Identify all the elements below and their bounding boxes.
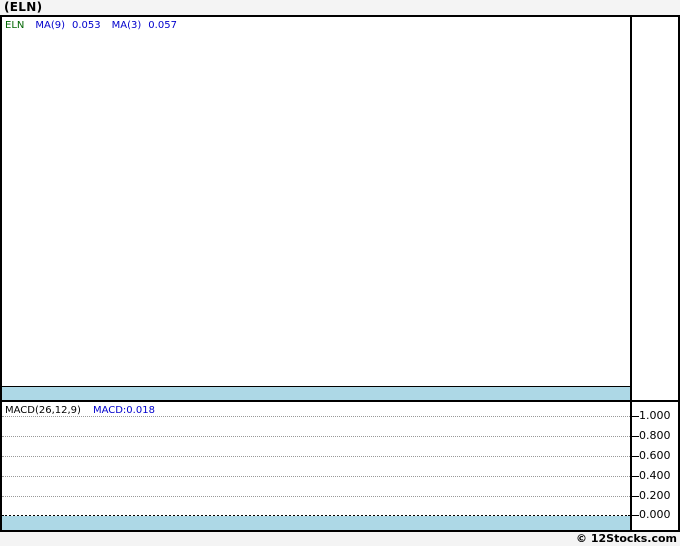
macd-axis-tick [631, 515, 639, 516]
macd-gridline [2, 496, 630, 497]
main-chart-legend: ELN MA(9) 0.053 MA(3) 0.057 [5, 19, 188, 32]
separator-band-lower [2, 516, 630, 530]
macd-indicator-label: MACD(26,12,9) [5, 405, 81, 416]
macd-gridline [2, 436, 630, 437]
macd-axis-tick [631, 476, 639, 477]
macd-axis-label: 0.800 [639, 429, 671, 442]
macd-panel-top-border [2, 400, 678, 402]
legend-ma9-value: 0.053 [72, 20, 101, 31]
macd-axis-tick [631, 436, 639, 437]
macd-axis-label: 0.400 [639, 469, 671, 482]
macd-axis-tick [631, 416, 639, 417]
macd-axis-tick [631, 456, 639, 457]
macd-axis-label: 0.000 [639, 508, 671, 521]
chart-container: ELN MA(9) 0.053 MA(3) 0.057 MACD(26,12,9) MAC… [0, 15, 680, 532]
legend-ma9-label: MA(9) [35, 20, 66, 31]
stock-chart-page: (ELN) ELN MA(9) 0.053 MA(3) 0.057 MACD(26,12… [0, 0, 680, 546]
macd-gridline [2, 476, 630, 477]
macd-indicator-value: MACD:0.018 [92, 405, 155, 416]
legend-ma3-label: MA(3) [111, 20, 142, 31]
macd-axis-label: 0.600 [639, 449, 671, 462]
legend-symbol-label: ELN [5, 20, 25, 31]
page-title: (ELN) [4, 0, 43, 14]
macd-gridline [2, 416, 630, 417]
macd-gridline [2, 456, 630, 457]
separator-band-upper [2, 386, 630, 400]
macd-axis-label: 0.200 [639, 489, 671, 502]
macd-axis-tick [631, 496, 639, 497]
legend-ma3-value: 0.057 [148, 20, 177, 31]
macd-axis-label: 1.000 [639, 409, 671, 422]
y-axis-divider-line [630, 17, 632, 530]
copyright-text: © 12Stocks.com [576, 532, 677, 545]
